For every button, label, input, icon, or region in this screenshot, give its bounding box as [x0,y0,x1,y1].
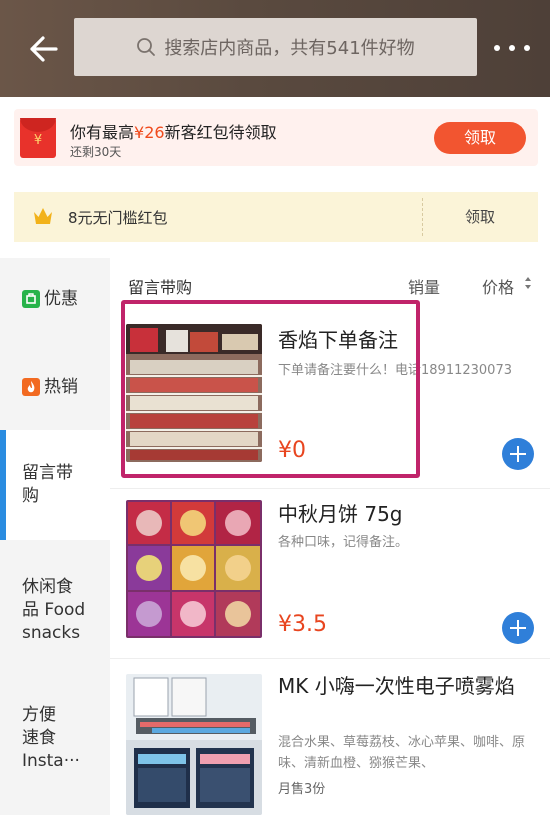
section-title: 留言带购 [128,278,193,297]
sidebar-item-hot-sale[interactable]: 热销 [0,344,110,430]
product-image-e-cigarettes [126,674,262,815]
product-image-mooncakes [126,500,262,638]
coupon-text: 8元无门槛红包 [68,209,168,227]
sidebar-item-discount[interactable]: 优惠 [0,258,110,344]
sidebar-item-instant-food[interactable]: 方便 速食 Insta··· [0,670,110,815]
category-sidebar: 优惠 热销 留言带 购 休闲食 品 Food snacks 方便 速食 Inst… [0,258,110,815]
sidebar-item-label: 优惠 [44,289,78,309]
coupon-banner: 8元无门槛红包 领取 [14,192,538,242]
back-arrow-icon[interactable] [26,32,60,66]
discount-icon [22,290,40,308]
product-image-shelf [126,324,262,462]
product-name: MK 小嗨一次性电子喷雾焰 [278,674,515,698]
top-bar: 搜索店内商品，共有541件好物 [0,0,550,97]
more-options-icon[interactable] [494,38,530,58]
product-card[interactable]: 香焰下单备注 下单请备注要什么！电话18911230073 ¥0 [110,310,550,490]
claim-red-packet-button[interactable]: 领取 [434,122,526,154]
sort-by-sales[interactable]: 销量 [408,274,440,298]
add-to-cart-button[interactable] [502,438,534,470]
product-monthly-sales: 月售3份 [278,782,326,797]
product-list-header: 留言带购 销量 价格 [110,262,550,306]
sort-by-price[interactable]: 价格 [482,274,514,298]
product-name: 中秋月饼 75g [278,502,403,526]
search-icon [137,38,156,56]
red-packet-amount: ¥26 [134,123,165,142]
sidebar-item-label: 方便 速食 Insta··· [22,705,80,771]
product-name: 香焰下单备注 [278,328,398,352]
product-card[interactable]: 中秋月饼 75g 各种口味，记得备注。 ¥3.5 [110,490,550,658]
claim-coupon-button[interactable]: 领取 [422,192,538,242]
sidebar-item-snacks[interactable]: 休闲食 品 Food snacks [0,540,110,670]
add-to-cart-button[interactable] [502,612,534,644]
new-customer-red-packet-banner: ¥ 你有最高¥26新客红包待领取 还剩30天 领取 [14,109,538,166]
red-packet-title: 你有最高¥26新客红包待领取 [70,123,277,142]
product-description: 下单请备注要什么！电话18911230073 [278,363,512,378]
product-card[interactable]: MK 小嗨一次性电子喷雾焰 混合水果、草莓荔枝、冰心苹果、咖啡、原味、清新血橙、… [110,660,550,815]
red-packet-icon: ¥ [20,118,56,158]
product-description: 各种口味，记得备注。 [278,535,409,550]
sidebar-item-label: 热销 [44,377,78,397]
sidebar-item-label: 休闲食 品 Food snacks [22,577,86,643]
search-placeholder: 搜索店内商品，共有541件好物 [164,38,415,59]
product-description: 混合水果、草莓荔枝、冰心苹果、咖啡、原味、清新血橙、猕猴芒果、 [278,735,526,771]
product-price: ¥0 [278,438,306,463]
sidebar-item-message-order[interactable]: 留言带 购 [0,430,110,540]
red-packet-expiry: 还剩30天 [70,145,122,159]
sidebar-item-label: 留言带 购 [22,463,73,506]
crown-icon [34,208,52,224]
search-input[interactable]: 搜索店内商品，共有541件好物 [74,18,477,76]
flame-icon [22,378,40,396]
product-price: ¥3.5 [278,612,327,637]
sort-arrows-icon [525,277,531,289]
